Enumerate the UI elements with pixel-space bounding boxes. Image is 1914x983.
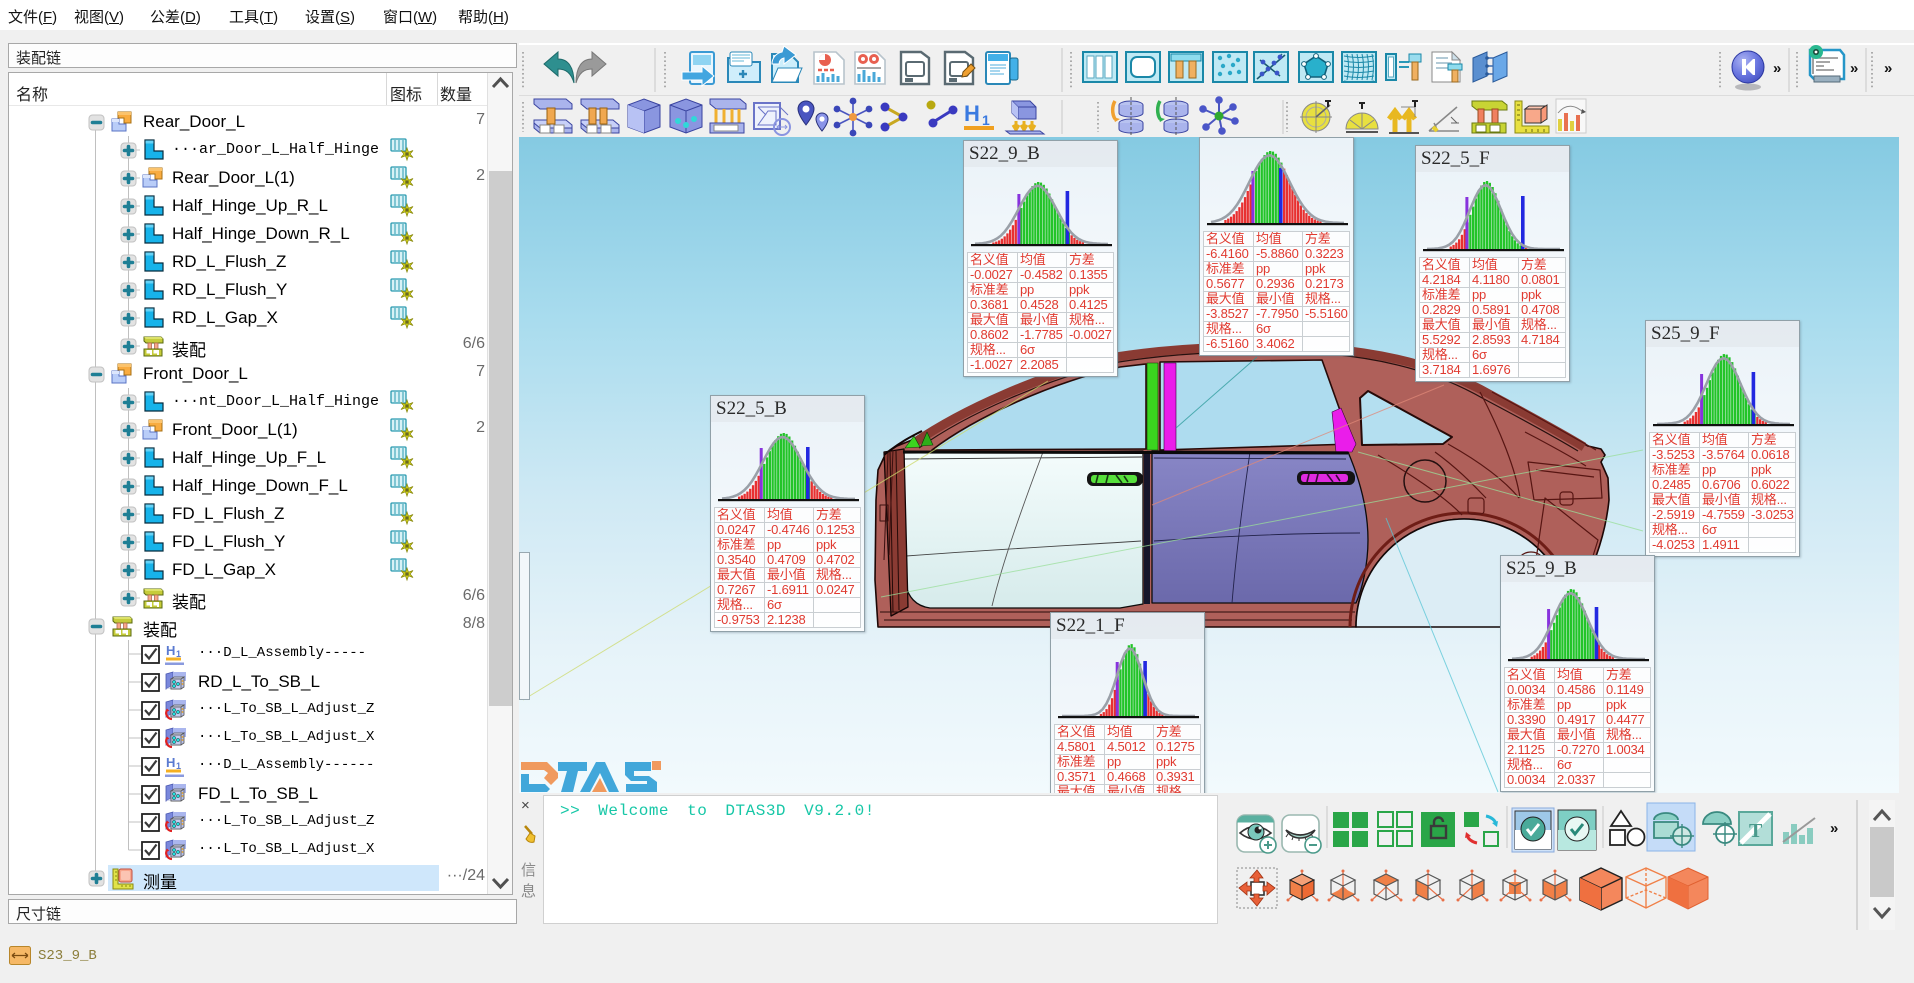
svg-text:T: T: [1749, 820, 1763, 842]
svg-text:»: »: [1773, 60, 1781, 77]
svg-text:1: 1: [982, 112, 990, 128]
svg-text:H: H: [964, 101, 980, 126]
svg-text:»: »: [1850, 60, 1858, 77]
svg-text:»: »: [1884, 60, 1892, 77]
svg-text:»: »: [1830, 820, 1838, 837]
